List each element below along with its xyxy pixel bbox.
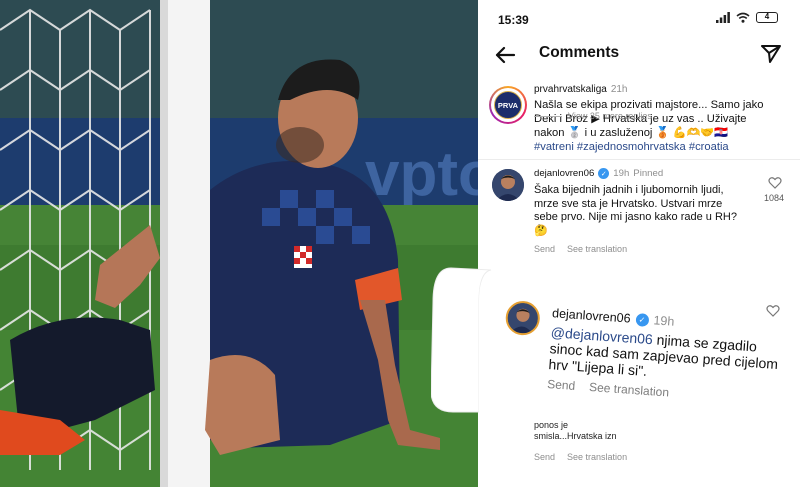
reply-avatar[interactable] bbox=[504, 300, 541, 337]
comment-line: ponos je bbox=[534, 420, 569, 430]
see-translation-link[interactable]: See translation bbox=[567, 452, 627, 462]
reply-time: 19h bbox=[653, 313, 675, 329]
reply-username[interactable]: dejanlovren06 bbox=[552, 306, 631, 325]
post-caption-text: Našla se ekipa prozivati majstore... Sam… bbox=[534, 98, 786, 154]
like-heart-icon[interactable] bbox=[766, 304, 780, 318]
comment-username[interactable]: dejanlovren06 bbox=[534, 168, 594, 179]
back-arrow-icon[interactable] bbox=[494, 44, 516, 66]
post-username[interactable]: prvahrvatskaliga bbox=[534, 84, 607, 95]
status-icons: 4 bbox=[716, 12, 778, 23]
send-button[interactable]: Send bbox=[547, 377, 576, 393]
verified-badge-icon: ✓ bbox=[598, 168, 610, 179]
comments-header: Comments bbox=[478, 38, 800, 74]
comment-line: 🤔 bbox=[534, 224, 548, 237]
comment-header: dejanlovren06 ✓ 19h Pinned bbox=[534, 168, 663, 179]
see-translation-link[interactable]: See translation bbox=[567, 244, 627, 254]
verified-badge-icon: ✓ bbox=[635, 312, 649, 327]
caption-hashtags[interactable]: #vatreni #zajednosmohrvatska #croatia bbox=[534, 140, 786, 154]
prva-logo: PRVA bbox=[494, 91, 522, 119]
like-heart-icon[interactable] bbox=[768, 176, 782, 190]
caption-line: nakon 🥈 i u zasluženoj 🥉 💪🫶🤝🇭🇷 bbox=[534, 127, 729, 139]
page-title: Comments bbox=[539, 44, 620, 61]
signal-icon bbox=[716, 12, 730, 23]
comment-line: mrze sve sta je Hrvatsko. Ustvari mrze bbox=[534, 197, 723, 210]
svg-text:vpto: vpto bbox=[365, 140, 478, 209]
status-bar: 15:39 4 bbox=[478, 0, 800, 38]
reply-actions: Send See translation bbox=[547, 377, 670, 399]
comment-actions: Send See translation bbox=[534, 452, 627, 462]
send-button[interactable]: Send bbox=[534, 452, 555, 462]
avatar-photo-icon bbox=[492, 169, 524, 201]
post-photo: vpto bbox=[0, 0, 478, 487]
comment-avatar[interactable] bbox=[492, 169, 524, 201]
like-count: 1084 bbox=[763, 193, 784, 203]
zoomed-reply-overlay: dejanlovren06 ✓ 19h @dejanlovren06 njima… bbox=[431, 262, 800, 420]
see-translation-link[interactable]: See translation bbox=[589, 380, 670, 400]
battery-icon: 4 bbox=[756, 12, 778, 23]
caption-line: Našla se ekipa prozivati majstore... Sam… bbox=[534, 99, 764, 111]
partial-comment-text: ponos je smisla...Hrvatska izn bbox=[534, 420, 617, 442]
comment-line: Šaka bijednih jadnih i ljubomornih ljudi… bbox=[534, 184, 724, 196]
player-photo-illustration: vpto bbox=[0, 0, 478, 487]
direct-send-icon[interactable] bbox=[760, 42, 782, 64]
view-more-replies[interactable]: View 35 more replies bbox=[534, 111, 652, 121]
comment-actions: Send See translation bbox=[534, 244, 627, 254]
post-time: 21h bbox=[610, 84, 628, 95]
comment-line: sebe prvo. Nije mi jasno kako rade u RH? bbox=[534, 211, 737, 224]
send-button[interactable]: Send bbox=[534, 244, 555, 254]
comment-time: 19h bbox=[613, 168, 630, 179]
pinned-label: Pinned bbox=[633, 168, 664, 179]
post-author-avatar[interactable]: PRVA bbox=[489, 86, 527, 124]
comment-line: smisla...Hrvatska izn bbox=[534, 431, 617, 441]
view-replies-label: View 35 more replies bbox=[568, 111, 652, 121]
post-author: prvahrvatskaliga 21h bbox=[534, 84, 628, 95]
status-time: 15:39 bbox=[498, 13, 529, 27]
pinned-comment: dejanlovren06 ✓ 19h Pinned Šaka bijednih… bbox=[478, 160, 800, 270]
replies-line bbox=[534, 115, 562, 117]
wifi-icon bbox=[736, 12, 750, 23]
comment-text: Šaka bijednih jadnih i ljubomornih ljudi… bbox=[534, 184, 744, 238]
avatar-photo-icon bbox=[506, 302, 539, 335]
